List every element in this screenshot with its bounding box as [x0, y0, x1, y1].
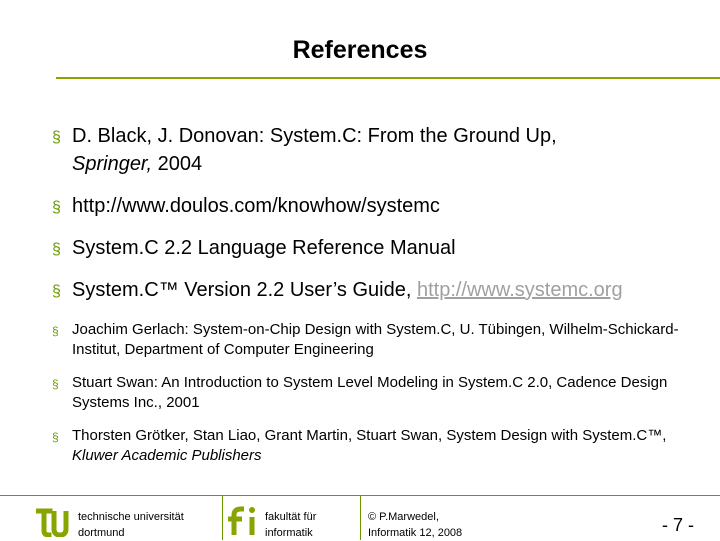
university-name: technische universität dortmund: [78, 511, 184, 539]
reference-publisher: Springer,: [72, 153, 153, 175]
reference-year: 2004: [152, 153, 203, 175]
reference-text: D. Black, J. Donovan: System.C: From the…: [72, 125, 557, 147]
reference-text: System.C 2.2 Language Reference Manual: [72, 237, 456, 259]
reference-text: Thorsten Grötker, Stan Liao, Grant Marti…: [72, 427, 667, 444]
bullet-icon: §: [52, 283, 61, 300]
fi-logo-icon: [228, 506, 255, 535]
reference-text: System.C™ Version 2.2 User’s Guide,: [72, 279, 417, 301]
bullet-icon: §: [52, 241, 61, 258]
page-number: - 7 -: [662, 515, 695, 535]
reference-item: § System.C™ Version 2.2 User’s Guide, ht…: [52, 276, 692, 304]
reference-item: § http://www.doulos.com/knowhow/systemc: [52, 192, 692, 220]
reference-text: Stuart Swan: An Introduction to System L…: [72, 374, 668, 411]
reference-item: § Thorsten Grötker, Stan Liao, Grant Mar…: [52, 426, 692, 466]
tu-logo-icon: [36, 508, 69, 537]
author-credit: © P.Marwedel, Informatik 12, 2008: [368, 511, 463, 539]
reference-item: § D. Black, J. Donovan: System.C: From t…: [52, 122, 692, 178]
footer-divider: [222, 496, 223, 540]
slide-title: References: [292, 36, 428, 64]
bullet-icon: §: [52, 199, 61, 216]
bullet-icon: §: [52, 430, 59, 444]
bullet-icon: §: [52, 129, 61, 146]
systemc-link[interactable]: http://www.systemc.org: [417, 279, 623, 301]
bullet-icon: §: [52, 324, 59, 338]
reference-text: Joachim Gerlach: System-on-Chip Design w…: [72, 321, 679, 358]
bullet-icon: §: [52, 377, 59, 391]
reference-text: http://www.doulos.com/knowhow/systemc: [72, 195, 440, 217]
title-rule: [56, 77, 720, 79]
reference-item: § Stuart Swan: An Introduction to System…: [52, 373, 692, 413]
reference-publisher: Kluwer Academic Publishers: [72, 447, 262, 464]
reference-list: § D. Black, J. Donovan: System.C: From t…: [52, 122, 692, 479]
reference-item: § Joachim Gerlach: System-on-Chip Design…: [52, 320, 692, 360]
faculty-name: fakultät für informatik: [265, 511, 317, 539]
footer-divider: [360, 496, 361, 540]
reference-item: § System.C 2.2 Language Reference Manual: [52, 234, 692, 262]
